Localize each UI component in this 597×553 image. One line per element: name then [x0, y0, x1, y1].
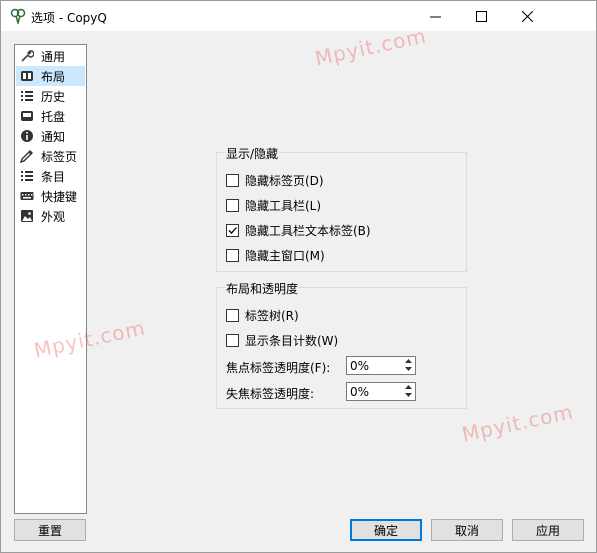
maximize-button[interactable] — [458, 1, 504, 31]
checkbox-box[interactable] — [226, 333, 239, 347]
chevron-down-icon — [404, 367, 412, 371]
sidebar-item-label: 条目 — [41, 169, 66, 184]
sidebar-item-label: 快捷键 — [41, 189, 78, 204]
checkmark-icon — [228, 226, 237, 234]
hide-toolbar-checkbox[interactable]: 隐藏工具栏(L) — [226, 197, 321, 213]
sidebar-item-label: 通用 — [41, 49, 66, 64]
sidebar-item-shortcuts[interactable]: 快捷键 — [16, 186, 85, 206]
unfocused-transparency-input[interactable] — [350, 384, 398, 399]
wrench-icon — [21, 50, 34, 62]
layout-transparency-group: 布局和透明度 标签树(R) 显示条目计数(W) 焦点标签透明度(F): 失焦标签… — [216, 280, 467, 409]
title-bar[interactable]: 选项 - CopyQ — [1, 1, 596, 31]
show-hide-group: 显示/隐藏 隐藏标签页(D) 隐藏工具栏(L) 隐藏工具栏文本标签(B) 隐藏主… — [216, 145, 467, 272]
checkbox-label: 隐藏工具栏(L) — [245, 198, 322, 213]
focused-transparency-spinbox[interactable] — [346, 356, 416, 375]
sidebar-item-items[interactable]: 条目 — [16, 166, 85, 186]
chevron-down-icon — [404, 393, 412, 397]
sidebar-item-appearance[interactable]: 外观 — [16, 206, 85, 226]
info-icon — [21, 130, 33, 142]
spin-down-button[interactable] — [401, 391, 415, 399]
checkbox-box[interactable] — [226, 308, 239, 322]
focused-transparency-input[interactable] — [350, 358, 398, 373]
checkbox-label: 显示条目计数(W) — [245, 333, 339, 348]
window-title: 选项 - CopyQ — [31, 11, 107, 25]
checkbox-box[interactable] — [226, 173, 239, 187]
unfocused-transparency-spinbox[interactable] — [346, 382, 416, 401]
sidebar-item-label: 标签页 — [41, 149, 78, 164]
spin-down-button[interactable] — [401, 365, 415, 373]
group-title: 显示/隐藏 — [225, 145, 280, 162]
maximize-icon — [475, 10, 487, 22]
image-icon — [21, 210, 33, 222]
checkbox-box[interactable] — [226, 198, 239, 212]
keyboard-icon — [20, 192, 34, 200]
close-icon — [521, 10, 533, 22]
sidebar-item-general[interactable]: 通用 — [16, 46, 85, 66]
spin-up-button[interactable] — [401, 383, 415, 391]
tray-icon — [21, 111, 33, 121]
options-window: 选项 - CopyQ 通用 布局 历史 托盘 通知 标签页 条目 快捷键 外观 … — [0, 0, 597, 553]
hide-main-window-checkbox[interactable]: 隐藏主窗口(M) — [226, 247, 325, 263]
copyq-app-icon — [10, 8, 26, 24]
sidebar-item-label: 外观 — [41, 209, 66, 224]
ok-button[interactable]: 确定 — [350, 519, 422, 541]
spin-up-button[interactable] — [401, 357, 415, 365]
checkbox-label: 隐藏标签页(D) — [245, 173, 324, 188]
chevron-up-icon — [404, 385, 412, 389]
unfocused-transparency-label: 失焦标签透明度: — [226, 387, 315, 401]
sidebar-item-layout[interactable]: 布局 — [16, 66, 85, 86]
checkbox-label: 隐藏工具栏文本标签(B) — [245, 223, 371, 238]
group-title: 布局和透明度 — [225, 280, 300, 297]
tab-tree-checkbox[interactable]: 标签树(R) — [226, 307, 299, 323]
sidebar-item-label: 布局 — [41, 69, 66, 84]
sidebar-item-label: 托盘 — [41, 109, 66, 124]
apply-button[interactable]: 应用 — [512, 519, 584, 541]
sidebar-item-label: 通知 — [41, 129, 66, 144]
checkbox-label: 标签树(R) — [245, 308, 299, 323]
minimize-icon — [429, 16, 441, 17]
layout-icon — [21, 71, 33, 81]
watermark-text: Mpyit.com — [459, 399, 576, 447]
category-list: 通用 布局 历史 托盘 通知 标签页 条目 快捷键 外观 — [14, 44, 87, 514]
list-icon — [21, 171, 33, 181]
checkbox-box[interactable] — [226, 248, 239, 262]
reset-button[interactable]: 重置 — [14, 519, 86, 541]
show-item-count-checkbox[interactable]: 显示条目计数(W) — [226, 332, 338, 348]
sidebar-item-tray[interactable]: 托盘 — [16, 106, 85, 126]
close-button[interactable] — [504, 1, 550, 31]
sidebar-item-history[interactable]: 历史 — [16, 86, 85, 106]
hide-tabs-checkbox[interactable]: 隐藏标签页(D) — [226, 172, 324, 188]
focused-transparency-label: 焦点标签透明度(F): — [226, 361, 331, 375]
checkbox-label: 隐藏主窗口(M) — [245, 248, 325, 263]
sidebar-item-notifications[interactable]: 通知 — [16, 126, 85, 146]
checkbox-box[interactable] — [226, 223, 239, 237]
sidebar-item-label: 历史 — [41, 89, 66, 104]
sidebar-item-tabs[interactable]: 标签页 — [16, 146, 85, 166]
chevron-up-icon — [404, 359, 412, 363]
hide-toolbar-labels-checkbox[interactable]: 隐藏工具栏文本标签(B) — [226, 222, 371, 238]
list-icon — [21, 91, 33, 101]
cancel-button[interactable]: 取消 — [431, 519, 503, 541]
tag-icon — [20, 150, 33, 163]
